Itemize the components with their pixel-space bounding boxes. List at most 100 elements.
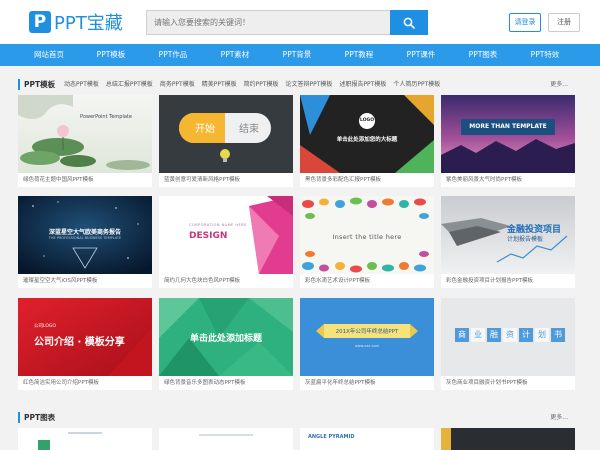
thumb-title: PowerPoint Template xyxy=(80,114,132,120)
thumb-char: 商 xyxy=(455,328,469,342)
card-caption[interactable]: 黑色背景多彩配色汇报PPT模板 xyxy=(305,176,431,184)
template-card[interactable]: 金融投资项目 计划报告模板 彩色金融投资项目计划报告PPT模板 xyxy=(441,196,575,288)
thumb-char: 书 xyxy=(551,328,565,342)
thumb-url: www.xxx.com xyxy=(354,344,380,348)
template-card[interactable]: PowerPoint Template 绿色荷花主题中国风PPT模板 xyxy=(18,95,152,187)
section-ppt-chart-header: PPT图表 更多... xyxy=(18,412,574,424)
chart-card[interactable] xyxy=(441,428,575,450)
template-thumbnail[interactable]: 201X年公司年终总结PPT www.xxx.com xyxy=(300,298,434,376)
card-caption[interactable]: 简约几何大色块白色风PPT模板 xyxy=(164,277,290,285)
register-button[interactable]: 注册 xyxy=(548,13,580,32)
template-card[interactable]: 深蓝星空大气欧美商务报告 THE PROFESSIONAL BUSINESS T… xyxy=(18,196,152,288)
chart-thumbnail[interactable] xyxy=(18,428,152,450)
section-tags: 动态PPT模板 总结汇报PPT模板 商务PPT模板 精美PPT模板 简约PPT模… xyxy=(64,80,447,90)
template-card[interactable]: MORE THAN TEMPLATE 紫色美丽风景大气时尚PPT模板 xyxy=(441,95,575,187)
login-button[interactable]: 请登录 xyxy=(509,13,541,32)
section-title: PPT图表 xyxy=(18,412,55,423)
more-link[interactable]: 更多... xyxy=(550,413,568,423)
chart-card[interactable] xyxy=(159,428,293,450)
card-caption[interactable]: 红色简洁实用公司介绍PPT模板 xyxy=(23,379,149,387)
tag-link[interactable]: 动态PPT模板 xyxy=(64,80,99,90)
thumb-title: 201X年公司年终总结PPT xyxy=(335,329,399,335)
thumb-char: 融 xyxy=(487,328,501,342)
site-header: P PPT宝藏 请登录 注册 xyxy=(0,0,600,44)
thumb-title: 公司介绍 · 模板分享 xyxy=(34,337,125,348)
thumb-subtitle: CORPORATION NAME HERE xyxy=(189,223,247,227)
template-card[interactable]: LOGO 单击此处添加您的大标题 黑色背景多彩配色汇报PPT模板 xyxy=(300,95,434,187)
template-card[interactable]: CORPORATION NAME HERE DESIGN 简约几何大色块白色风P… xyxy=(159,196,293,288)
template-card[interactable]: 开始 结束 蓝黄创意可爱清新风格PPT模板 xyxy=(159,95,293,187)
logo-text: PPT宝藏 xyxy=(54,13,123,34)
template-card[interactable]: 商 业 融 资 计 划 书 灰色商业项目融资计划书PPT模板 xyxy=(441,298,575,390)
card-caption[interactable]: 彩色水滴艺术设计PPT模板 xyxy=(305,277,431,285)
tag-link[interactable]: 总结汇报PPT模板 xyxy=(106,80,153,90)
card-caption[interactable]: 紫色美丽风景大气时尚PPT模板 xyxy=(446,176,572,184)
chart-thumbnail[interactable] xyxy=(159,428,293,450)
template-thumbnail[interactable]: CORPORATION NAME HERE DESIGN xyxy=(159,196,293,274)
template-thumbnail[interactable]: 金融投资项目 计划报告模板 xyxy=(441,196,575,274)
section-ppt-template-header: PPT模板 动态PPT模板 总结汇报PPT模板 商务PPT模板 精美PPT模板 … xyxy=(18,79,574,91)
card-caption[interactable]: 绿色荷花主题中国风PPT模板 xyxy=(23,176,149,184)
chart-thumbnail[interactable] xyxy=(441,428,575,450)
nav-item-ppt-background[interactable]: PPT背景 xyxy=(266,44,328,66)
thumb-title: MORE THAN TEMPLATE xyxy=(469,123,547,130)
template-thumbnail[interactable]: PowerPoint Template xyxy=(18,95,152,173)
thumb-text-end: 结束 xyxy=(239,124,259,135)
template-thumbnail[interactable]: 深蓝星空大气欧美商务报告 THE PROFESSIONAL BUSINESS T… xyxy=(18,196,152,274)
thumb-subtitle: THE PROFESSIONAL BUSINESS TEMPLATE xyxy=(48,236,122,240)
tag-link[interactable]: 述职报告PPT模板 xyxy=(339,80,386,90)
tag-link[interactable]: 简约PPT模板 xyxy=(244,80,279,90)
nav-item-ppt-effects[interactable]: PPT特效 xyxy=(514,44,576,66)
template-thumbnail[interactable]: MORE THAN TEMPLATE xyxy=(441,95,575,173)
template-thumbnail[interactable]: LOGO 单击此处添加您的大标题 xyxy=(300,95,434,173)
template-thumbnail[interactable]: 商 业 融 资 计 划 书 xyxy=(441,298,575,376)
more-link[interactable]: 更多... xyxy=(550,80,568,90)
card-caption[interactable]: 灰蓝扁平化年终总结PPT模板 xyxy=(305,379,431,387)
chart-thumbnail[interactable]: ANGLE PYRAMID xyxy=(300,428,434,450)
template-card[interactable]: 201X年公司年终总结PPT www.xxx.com 灰蓝扁平化年终总结PPT模… xyxy=(300,298,434,390)
template-thumbnail[interactable]: Insert the title here xyxy=(300,196,434,274)
tag-link[interactable]: 论文答辩PPT模板 xyxy=(286,80,333,90)
thumb-title: DESIGN xyxy=(189,231,228,241)
main-nav: 网站首页 PPT模板 PPT作品 PPT素材 PPT背景 PPT教程 PPT课件… xyxy=(0,44,600,66)
template-card[interactable]: 公司LOGO 公司介绍 · 模板分享 红色简洁实用公司介绍PPT模板 xyxy=(18,298,152,390)
thumb-subtitle: 计划报告模板 xyxy=(507,236,544,243)
thumb-logo: 公司LOGO xyxy=(34,324,56,329)
section-title: PPT模板 xyxy=(18,79,55,90)
chart-card[interactable] xyxy=(18,428,152,450)
template-card[interactable]: 单击此处添加标题 绿色背景音乐多图表动态PPT模板 xyxy=(159,298,293,390)
card-caption[interactable]: 彩色金融投资项目计划报告PPT模板 xyxy=(446,277,572,285)
card-caption[interactable]: 璀璨星空空大气iOS风PPT模板 xyxy=(23,277,149,285)
template-thumbnail[interactable]: 单击此处添加标题 xyxy=(159,298,293,376)
template-thumbnail[interactable]: 公司LOGO 公司介绍 · 模板分享 xyxy=(18,298,152,376)
tag-link[interactable]: 精美PPT模板 xyxy=(202,80,237,90)
card-caption[interactable]: 灰色商业项目融资计划书PPT模板 xyxy=(446,379,572,387)
nav-item-ppt-template[interactable]: PPT模板 xyxy=(80,44,142,66)
thumb-char: 计 xyxy=(519,328,533,342)
nav-item-home[interactable]: 网站首页 xyxy=(18,44,80,66)
thumb-title: 单击此处添加标题 xyxy=(189,334,262,344)
thumb-title: Insert the title here xyxy=(332,233,402,241)
chart-card[interactable]: ANGLE PYRAMID xyxy=(300,428,434,450)
thumb-char: 资 xyxy=(503,328,517,342)
nav-item-ppt-chart[interactable]: PPT图表 xyxy=(452,44,514,66)
tag-link[interactable]: 个人简历PPT模板 xyxy=(393,80,440,90)
template-card[interactable]: Insert the title here 彩色水滴艺术设计PPT模板 xyxy=(300,196,434,288)
thumb-title: 单击此处添加您的大标题 xyxy=(336,137,398,143)
tag-link[interactable]: 商务PPT模板 xyxy=(160,80,195,90)
thumb-title: 深蓝星空大气欧美商务报告 xyxy=(48,229,121,236)
search-button[interactable] xyxy=(390,10,428,35)
thumb-char: 业 xyxy=(471,328,485,342)
site-logo[interactable]: P PPT宝藏 xyxy=(29,8,123,36)
card-caption[interactable]: 蓝黄创意可爱清新风格PPT模板 xyxy=(164,176,290,184)
nav-item-ppt-material[interactable]: PPT素材 xyxy=(204,44,266,66)
nav-item-ppt-tutorial[interactable]: PPT教程 xyxy=(328,44,390,66)
lightbulb-icon xyxy=(220,149,230,162)
thumb-char: 划 xyxy=(535,328,549,342)
template-thumbnail[interactable]: 开始 结束 xyxy=(159,95,293,173)
search-input[interactable] xyxy=(146,10,390,35)
nav-item-ppt-works[interactable]: PPT作品 xyxy=(142,44,204,66)
card-caption[interactable]: 绿色背景音乐多图表动态PPT模板 xyxy=(164,379,290,387)
thumb-text-start: 开始 xyxy=(195,124,215,135)
nav-item-ppt-courseware[interactable]: PPT课件 xyxy=(390,44,452,66)
